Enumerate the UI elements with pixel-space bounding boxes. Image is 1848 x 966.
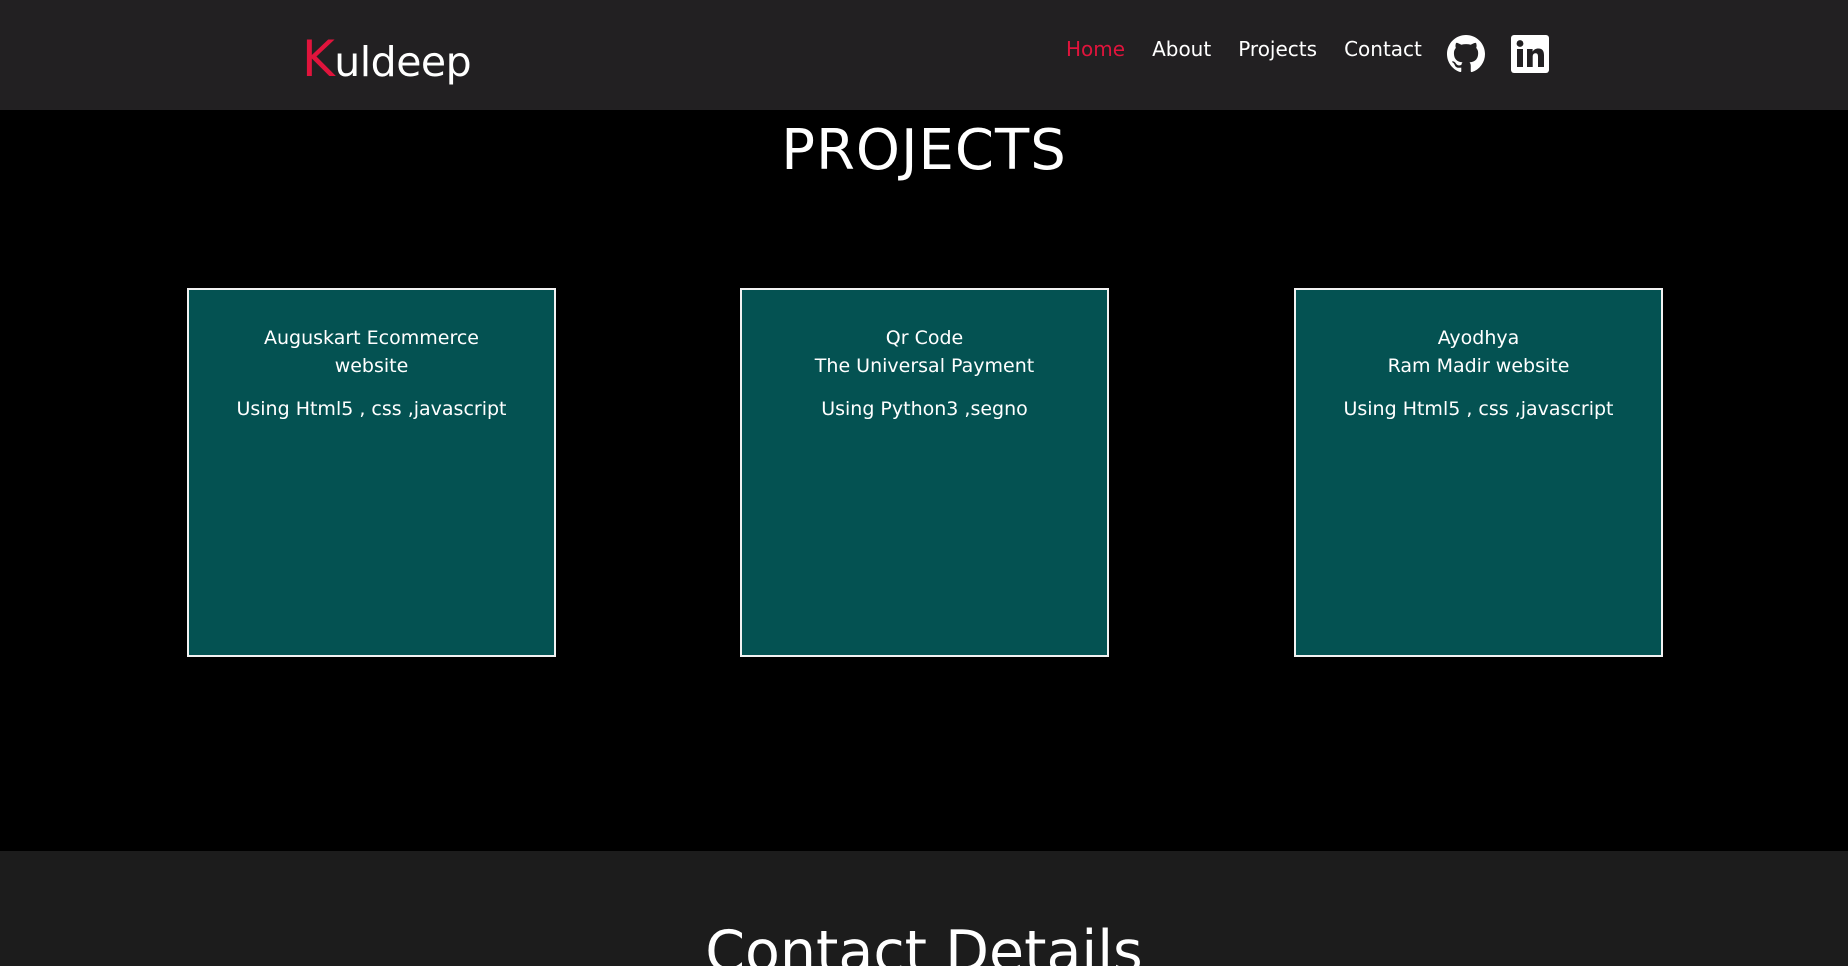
logo-text: uldeep xyxy=(334,38,472,86)
project-title: Qr Code The Universal Payment xyxy=(742,324,1107,380)
project-title-line2: Ram Madir website xyxy=(1387,355,1570,377)
nav-menu: Home About Projects Contact xyxy=(1066,37,1449,61)
navbar: Kuldeep Home About Projects Contact xyxy=(0,0,1848,110)
linkedin-icon[interactable] xyxy=(1511,35,1549,73)
project-title: Auguskart Ecommerce website xyxy=(189,324,554,380)
project-title: Ayodhya Ram Madir website xyxy=(1296,324,1661,380)
project-title-line1: Auguskart Ecommerce xyxy=(264,327,479,349)
project-title-line1: Ayodhya xyxy=(1437,327,1520,349)
project-title-line1: Qr Code xyxy=(885,327,964,349)
nav-link-contact[interactable]: Contact xyxy=(1344,37,1422,61)
project-card-ayodhya[interactable]: Ayodhya Ram Madir website Using Html5 , … xyxy=(1294,288,1663,657)
site-logo[interactable]: Kuldeep xyxy=(302,30,472,88)
nav-link-projects[interactable]: Projects xyxy=(1238,37,1317,61)
nav-link-about[interactable]: About xyxy=(1152,37,1211,61)
project-tech: Using Html5 , css ,javascript xyxy=(236,398,507,420)
project-tech: Using Python3 ,segno xyxy=(821,398,1028,420)
projects-heading: PROJECTS xyxy=(781,118,1067,183)
logo-initial: K xyxy=(302,30,335,88)
project-tech: Using Html5 , css ,javascript xyxy=(1343,398,1614,420)
project-title-line2: website xyxy=(334,355,409,377)
project-card-auguskart[interactable]: Auguskart Ecommerce website Using Html5 … xyxy=(187,288,556,657)
nav-link-home[interactable]: Home xyxy=(1066,37,1125,61)
project-card-qr-code[interactable]: Qr Code The Universal Payment Using Pyth… xyxy=(740,288,1109,657)
project-title-line2: The Universal Payment xyxy=(814,355,1035,377)
github-icon[interactable] xyxy=(1447,35,1485,73)
projects-section: PROJECTS Auguskart Ecommerce website Usi… xyxy=(0,110,1848,851)
contact-section: Contact Details xyxy=(0,851,1848,966)
contact-heading: Contact Details xyxy=(705,919,1143,966)
